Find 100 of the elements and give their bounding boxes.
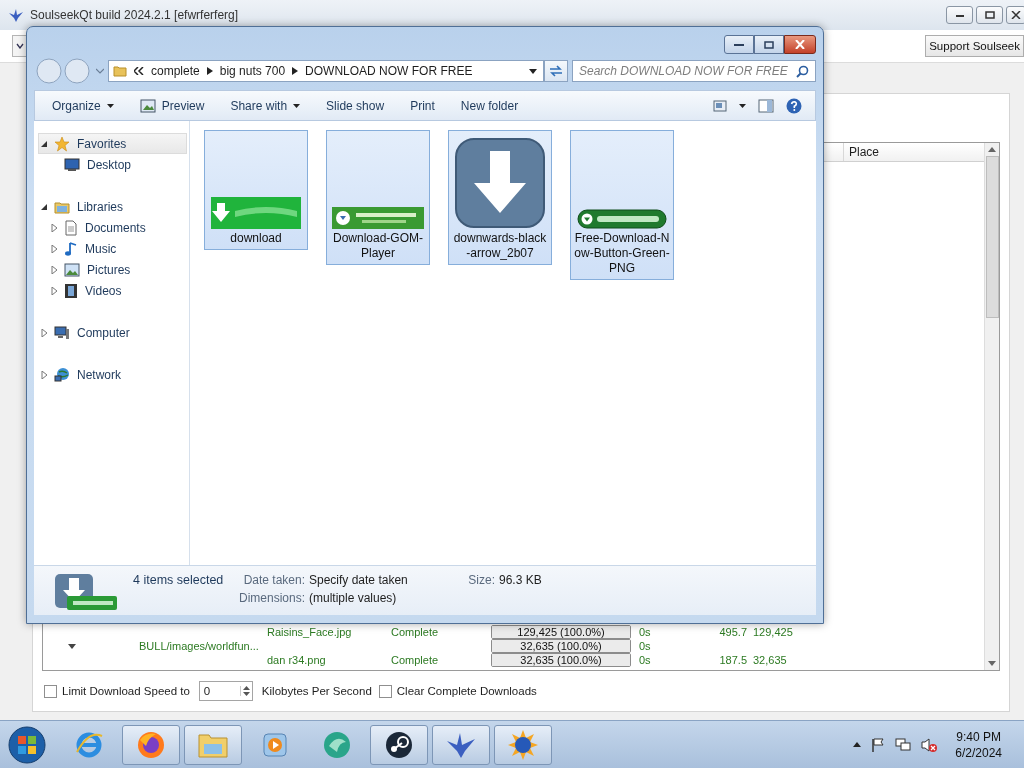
support-button[interactable]: Support Soulseek (925, 35, 1024, 57)
scrollbar[interactable] (984, 143, 999, 670)
close-button[interactable] (784, 35, 816, 54)
property-label: Dimensions: (237, 591, 305, 607)
close-button[interactable] (1006, 6, 1024, 24)
toolbar-button[interactable]: Preview (132, 95, 212, 116)
table-cell: 32,635 (753, 654, 787, 666)
table-cell: 495.7 (719, 626, 747, 638)
breadcrumb[interactable]: complete (151, 64, 200, 78)
nav-item[interactable]: Desktop (38, 154, 187, 175)
breadcrumb[interactable]: big nuts 700 (219, 64, 286, 78)
nav-item[interactable]: Documents (38, 217, 187, 238)
minimize-button[interactable] (946, 6, 973, 24)
checkbox[interactable] (378, 684, 392, 698)
checkbox[interactable] (44, 684, 57, 698)
steam-icon (384, 729, 414, 760)
toolbar-button[interactable]: Organize (45, 95, 121, 116)
nav-item[interactable]: Pictures (38, 259, 187, 280)
start-button[interactable] (8, 725, 46, 764)
toolbar-button[interactable]: Share with (223, 95, 308, 116)
nav-item[interactable]: Favorites (38, 133, 187, 154)
file-item[interactable]: downwards-black-arrow_2b07 (448, 130, 552, 265)
download-thumbnail-icon (53, 572, 119, 612)
file-name: Download-GOM-Player (332, 231, 424, 261)
sun-globe-icon (507, 728, 539, 761)
caret-icon (106, 103, 114, 108)
document-icon (64, 219, 78, 236)
table-cell: 129,425 (753, 626, 793, 638)
caret-up-icon[interactable] (853, 742, 862, 747)
collapse-arrow-icon[interactable] (41, 139, 48, 148)
collapse-arrow-icon[interactable] (41, 202, 48, 211)
table-cell: 0s (639, 626, 651, 638)
breadcrumb[interactable]: DOWNLOAD NOW FOR FREE (305, 64, 473, 78)
taskbar-button[interactable] (370, 724, 428, 765)
progress-bar: 32,635 (100.0%) (491, 653, 631, 667)
speaker-muted-icon[interactable] (921, 737, 938, 752)
speed-limit-field[interactable]: 0 (198, 681, 253, 701)
picture-icon (64, 262, 80, 277)
view-icon[interactable] (713, 99, 727, 112)
address-bar[interactable]: complete big nuts 700 DOWNLOAD NOW FOR FREE (108, 60, 544, 82)
separator-arrow-icon[interactable] (206, 67, 213, 75)
clock[interactable]: 9:40 PM 6/2/2024 (955, 728, 1002, 761)
table-cell: BULL/images/worldfun... (139, 640, 259, 652)
toolbar-button[interactable]: New folder (453, 95, 526, 116)
nav-item[interactable]: Network (38, 364, 187, 385)
separator-arrow-icon[interactable] (292, 67, 299, 75)
minimize-button[interactable] (724, 35, 754, 54)
toolbar-button[interactable]: Slide show (319, 95, 392, 116)
property-label: Size: (467, 573, 495, 589)
file-item[interactable]: Download-GOM-Player (326, 130, 430, 265)
nav-item[interactable]: Music (38, 238, 187, 259)
maximize-button[interactable] (754, 35, 784, 54)
nav-item[interactable]: Computer (38, 322, 187, 343)
nav-item[interactable]: Libraries (38, 196, 187, 217)
search-field[interactable]: Search DOWNLOAD NOW FOR FREE (572, 60, 816, 82)
table-cell: 0s (639, 640, 651, 652)
property-value[interactable]: (multiple values) (309, 591, 429, 609)
caret-icon (293, 103, 301, 108)
spin-down-icon[interactable] (242, 692, 250, 696)
property-label: Date taken: (242, 573, 305, 589)
desktop-icon (64, 157, 80, 172)
computer-icon (54, 324, 70, 341)
table-cell: dan r34.png (267, 654, 326, 666)
nav-item[interactable]: Videos (38, 280, 187, 301)
table-cell: Complete (391, 626, 439, 638)
table-cell: 187.5 (719, 654, 747, 666)
chevron-icon (134, 67, 144, 75)
file-item[interactable]: Free-Download-Now-Button-Green-PNG (570, 130, 674, 280)
flag-icon[interactable] (871, 737, 886, 752)
dropdown-caret-icon[interactable] (529, 68, 537, 74)
checkbox-label: Limit Download Speed to (62, 685, 190, 697)
music-note-icon (64, 240, 78, 257)
picture-icon (139, 98, 156, 113)
scroll-up-icon[interactable] (988, 147, 996, 152)
help-icon[interactable] (786, 97, 802, 114)
toolbar-button[interactable]: Print (403, 95, 442, 116)
table-cell: Raisins_Face.jpg (267, 626, 352, 638)
network-icon (54, 366, 70, 383)
refresh-button[interactable] (544, 60, 568, 82)
property-value[interactable]: Specify date taken (309, 573, 429, 591)
property-value[interactable]: 96.3 KB (499, 573, 542, 591)
network-icon[interactable] (895, 737, 912, 752)
caret-icon[interactable] (739, 103, 746, 108)
recent-pages-caret-icon[interactable] (96, 68, 104, 74)
film-icon (64, 282, 78, 299)
expand-arrow-icon[interactable] (68, 642, 76, 650)
progress-bar: 32,635 (100.0%) (491, 639, 631, 653)
file-item[interactable]: download (204, 130, 308, 250)
maximize-icon (984, 11, 995, 19)
scroll-down-icon[interactable] (988, 661, 996, 666)
table-cell: Complete (391, 654, 439, 666)
minimize-icon (954, 12, 965, 18)
maximize-icon (764, 40, 774, 49)
play-icon (261, 730, 289, 759)
fox-globe-icon (136, 729, 166, 760)
file-name: Free-Download-Now-Button-Green-PNG (574, 231, 670, 276)
maximize-button[interactable] (976, 6, 1003, 24)
table-cell: 0s (639, 654, 651, 666)
file-name: download (229, 231, 283, 246)
spin-up-icon[interactable] (242, 686, 250, 690)
